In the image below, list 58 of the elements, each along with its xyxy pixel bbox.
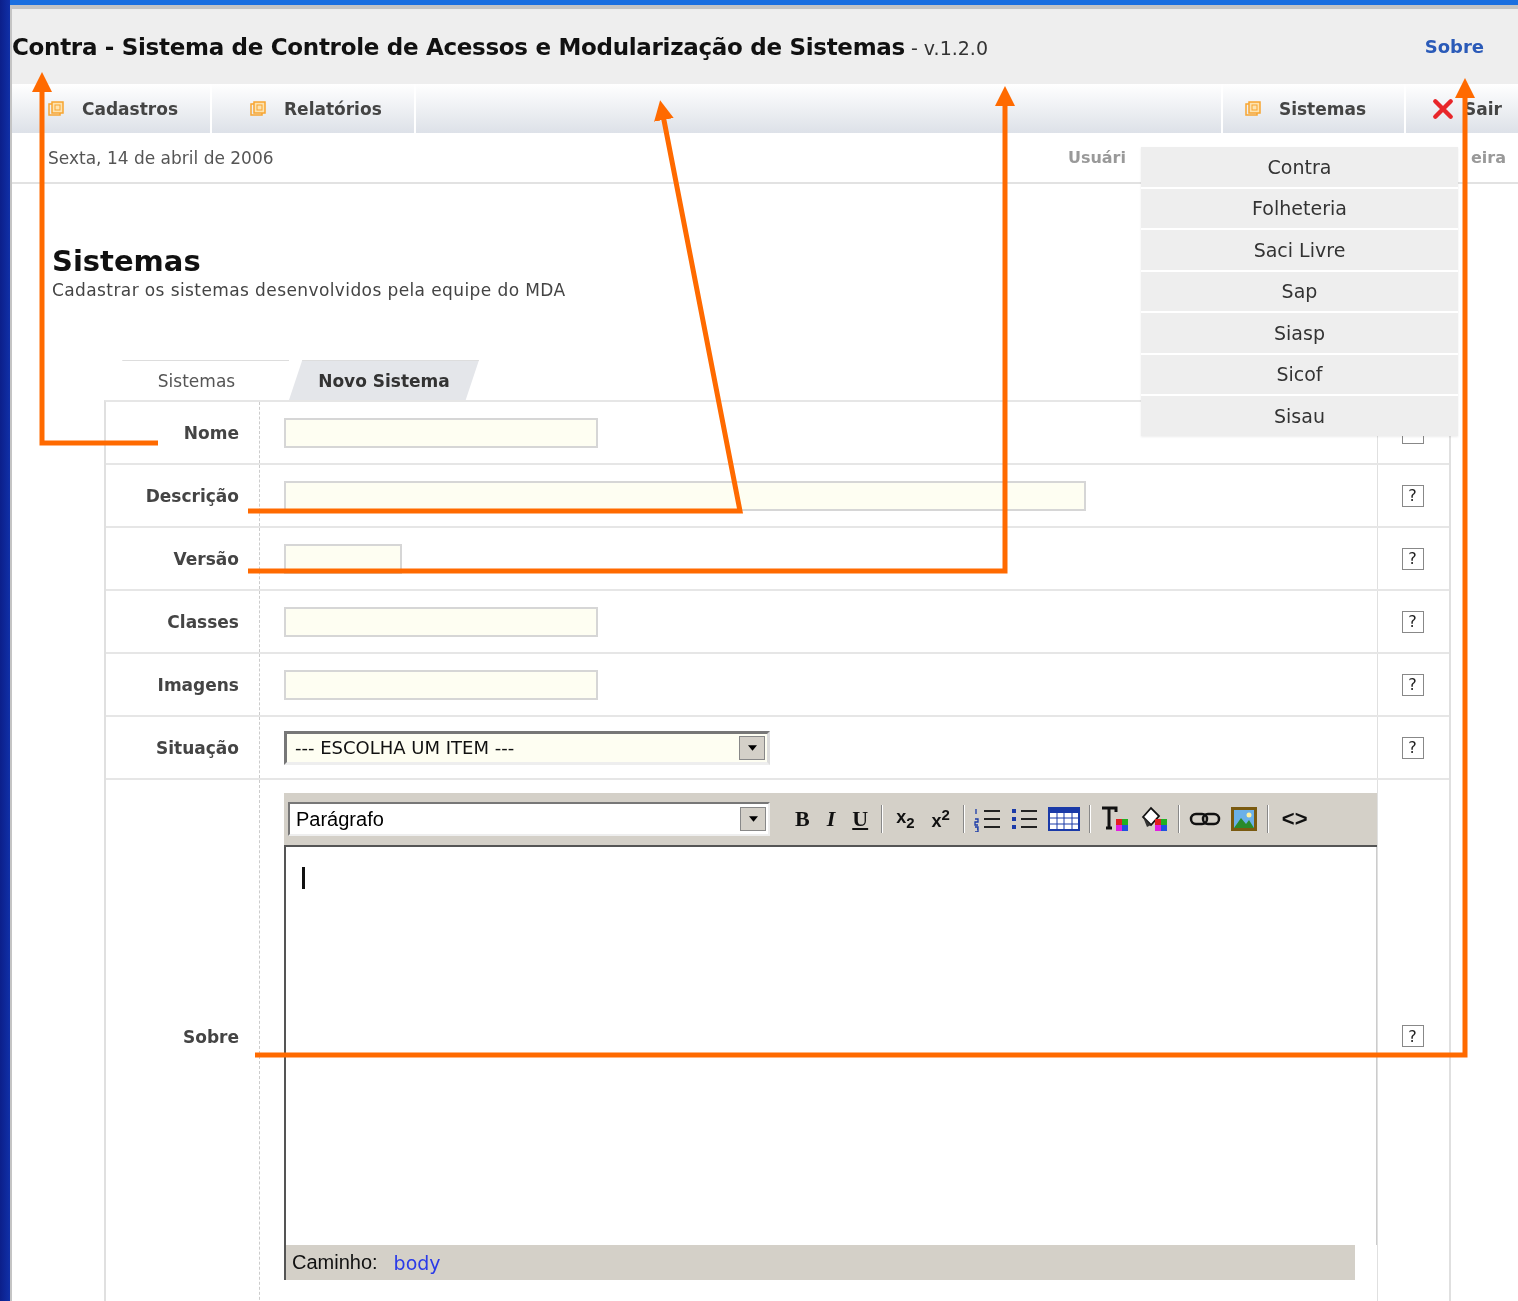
bullet-list-icon[interactable] (1010, 806, 1039, 832)
menu-option[interactable]: Siasp (1141, 313, 1458, 353)
input-field[interactable] (284, 480, 1086, 511)
version-label: - v.1.2.0 (910, 36, 988, 59)
tab[interactable]: Novo Sistema (289, 360, 479, 400)
caret-icon (748, 816, 758, 822)
image-icon[interactable] (1229, 806, 1258, 832)
menu-item[interactable]: Sistemas (1220, 84, 1405, 133)
field-label: Situação (156, 737, 239, 758)
date-label: Sexta, 14 de abril de 2006 (48, 147, 274, 168)
toolbar-button[interactable]: <> (1277, 806, 1312, 832)
user-label: Usuári (1067, 148, 1126, 167)
field-label: Classes (167, 611, 239, 632)
app-title: Contra - Sistema de Controle de Acessos e Modularização de Sistemas (12, 33, 905, 60)
menu-option[interactable]: Saci Livre (1141, 230, 1458, 270)
help-button[interactable]: ? (1401, 484, 1424, 507)
menu-item[interactable]: Cadastros (12, 84, 212, 133)
table-icon[interactable] (1047, 806, 1080, 832)
caret-icon (747, 744, 757, 751)
field-label: Nome (183, 422, 239, 443)
menu-option[interactable]: Sicof (1141, 354, 1458, 394)
text-color-icon[interactable] (1099, 805, 1130, 833)
toolbar-button[interactable]: B (791, 806, 814, 832)
toolbar-button[interactable]: U (848, 806, 873, 832)
toolbar-button[interactable]: x$^{2}$ (927, 806, 954, 832)
field-label: Sobre (183, 1027, 239, 1047)
help-button[interactable]: ? (1401, 1025, 1424, 1047)
field-label: Descrição (145, 485, 239, 506)
menu-option[interactable]: Sap (1141, 271, 1458, 311)
help-button[interactable]: ? (1401, 547, 1424, 570)
input-field[interactable] (284, 669, 598, 700)
numbered-list-icon[interactable] (973, 806, 1002, 832)
path-link[interactable]: body (393, 1251, 441, 1274)
help-button[interactable]: ? (1401, 673, 1424, 696)
field-label: Versão (173, 548, 239, 569)
about-link[interactable]: Sobre (1424, 36, 1484, 57)
page-subtitle: Cadastrar os sistemas desenvolvidos pela equipe do MDA (52, 280, 566, 300)
user-label: eira (1470, 148, 1506, 167)
toolbar-button[interactable]: I (822, 806, 840, 832)
window-icon (250, 100, 266, 117)
window-icon (48, 100, 64, 117)
input-field[interactable] (284, 417, 598, 448)
toolbar-button[interactable]: x$_{2}$ (892, 807, 919, 831)
menu-item[interactable]: Relatórios (212, 84, 416, 133)
help-button[interactable]: ? (1401, 610, 1424, 633)
menu-option[interactable]: Folheteria (1141, 188, 1458, 228)
menu-option[interactable]: Sisau (1141, 396, 1458, 436)
format-dropdown[interactable]: Parágrafo (288, 802, 770, 836)
dropdown-field[interactable]: --- ESCOLHA UM ITEM --- (284, 730, 770, 765)
text-cursor (302, 867, 305, 889)
menu-option[interactable]: Contra (1141, 147, 1458, 187)
help-button[interactable]: ? (1401, 736, 1424, 759)
window-icon (1244, 100, 1261, 117)
path-label: Caminho: (292, 1251, 378, 1274)
input-field[interactable] (284, 606, 598, 637)
close-icon (1432, 97, 1455, 120)
page-title: Sistemas (52, 244, 201, 278)
field-label: Imagens (157, 674, 239, 695)
